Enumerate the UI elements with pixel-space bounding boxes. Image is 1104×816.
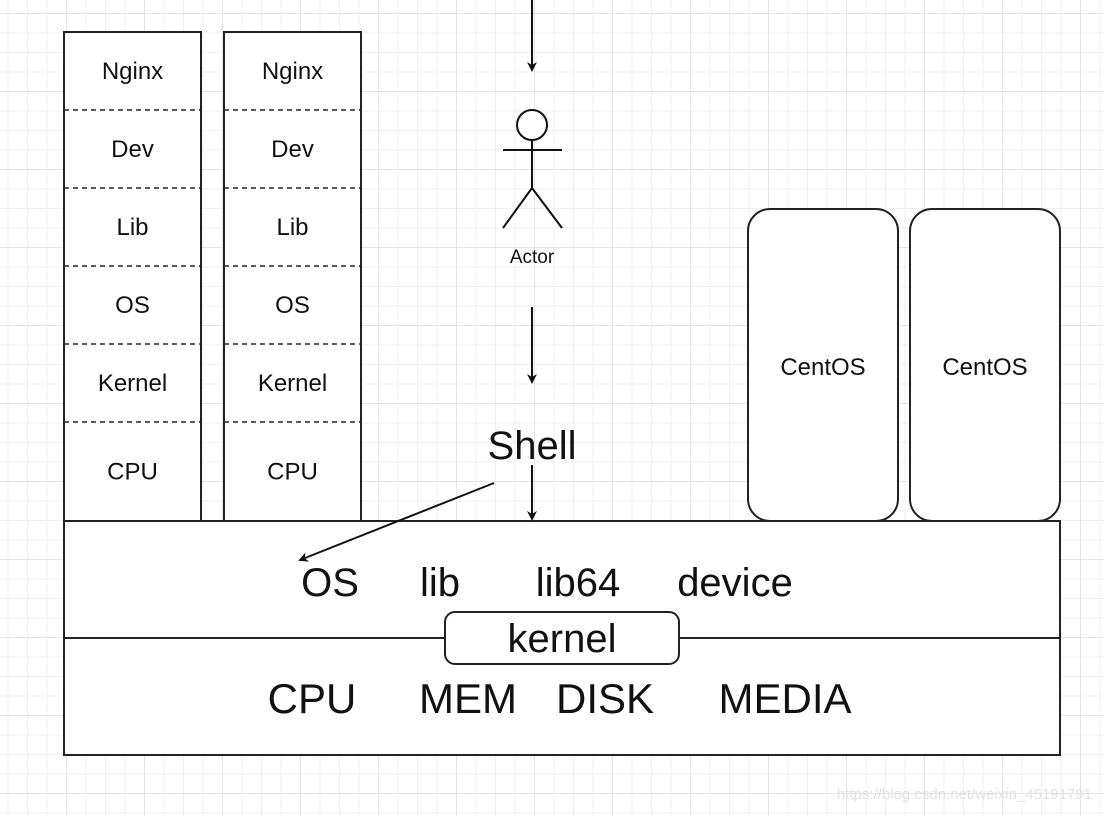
container-stack-2: Nginx Dev Lib OS Kernel CPU bbox=[223, 31, 362, 522]
layer-label: CPU bbox=[107, 459, 158, 486]
vm-centos-2: CentOS bbox=[909, 208, 1061, 522]
layer-label: Dev bbox=[111, 136, 154, 163]
layer-label: Lib bbox=[116, 214, 148, 241]
vm-label: CentOS bbox=[780, 354, 865, 381]
hw-cpu: CPU bbox=[268, 675, 357, 722]
layer-label: Nginx bbox=[102, 58, 163, 85]
kernel-label: kernel bbox=[508, 617, 617, 661]
watermark: https://blog.csdn.net/weixin_45191791 bbox=[836, 786, 1092, 803]
kernel-box: kernel bbox=[444, 611, 680, 665]
vm-label: CentOS bbox=[942, 354, 1027, 381]
layer-label: CPU bbox=[267, 459, 318, 486]
layer-label: OS bbox=[275, 292, 310, 319]
shell-label: Shell bbox=[488, 424, 577, 468]
hw-media: MEDIA bbox=[718, 675, 851, 722]
os-layer-device: device bbox=[677, 561, 793, 605]
diagram-svg: Nginx Dev Lib OS Kernel CPU Nginx Dev Lib OS Kerne… bbox=[63, 0, 1061, 756]
os-layer-lib: lib bbox=[420, 561, 460, 605]
os-layer-os: OS bbox=[301, 561, 359, 605]
vm-centos-1: CentOS bbox=[747, 208, 899, 522]
os-layer-lib64: lib64 bbox=[536, 561, 621, 605]
layer-label: Nginx bbox=[262, 58, 323, 85]
actor-label: Actor bbox=[510, 247, 555, 268]
layer-label: Dev bbox=[271, 136, 314, 163]
container-stack-1: Nginx Dev Lib OS Kernel CPU bbox=[63, 31, 202, 522]
layer-label: Kernel bbox=[98, 370, 167, 397]
hw-disk: DISK bbox=[556, 675, 654, 722]
hw-mem: MEM bbox=[419, 675, 517, 722]
layer-label: OS bbox=[115, 292, 150, 319]
layer-label: Kernel bbox=[258, 370, 327, 397]
layer-label: Lib bbox=[276, 214, 308, 241]
actor-icon bbox=[502, 109, 563, 229]
diagram-canvas: Nginx Dev Lib OS Kernel CPU Nginx Dev Lib OS Kerne… bbox=[0, 0, 1104, 816]
